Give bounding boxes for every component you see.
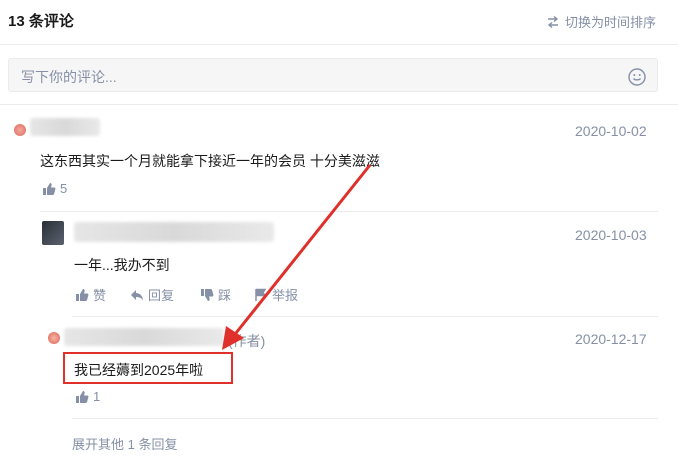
annotation-arrow-icon (222, 164, 372, 350)
